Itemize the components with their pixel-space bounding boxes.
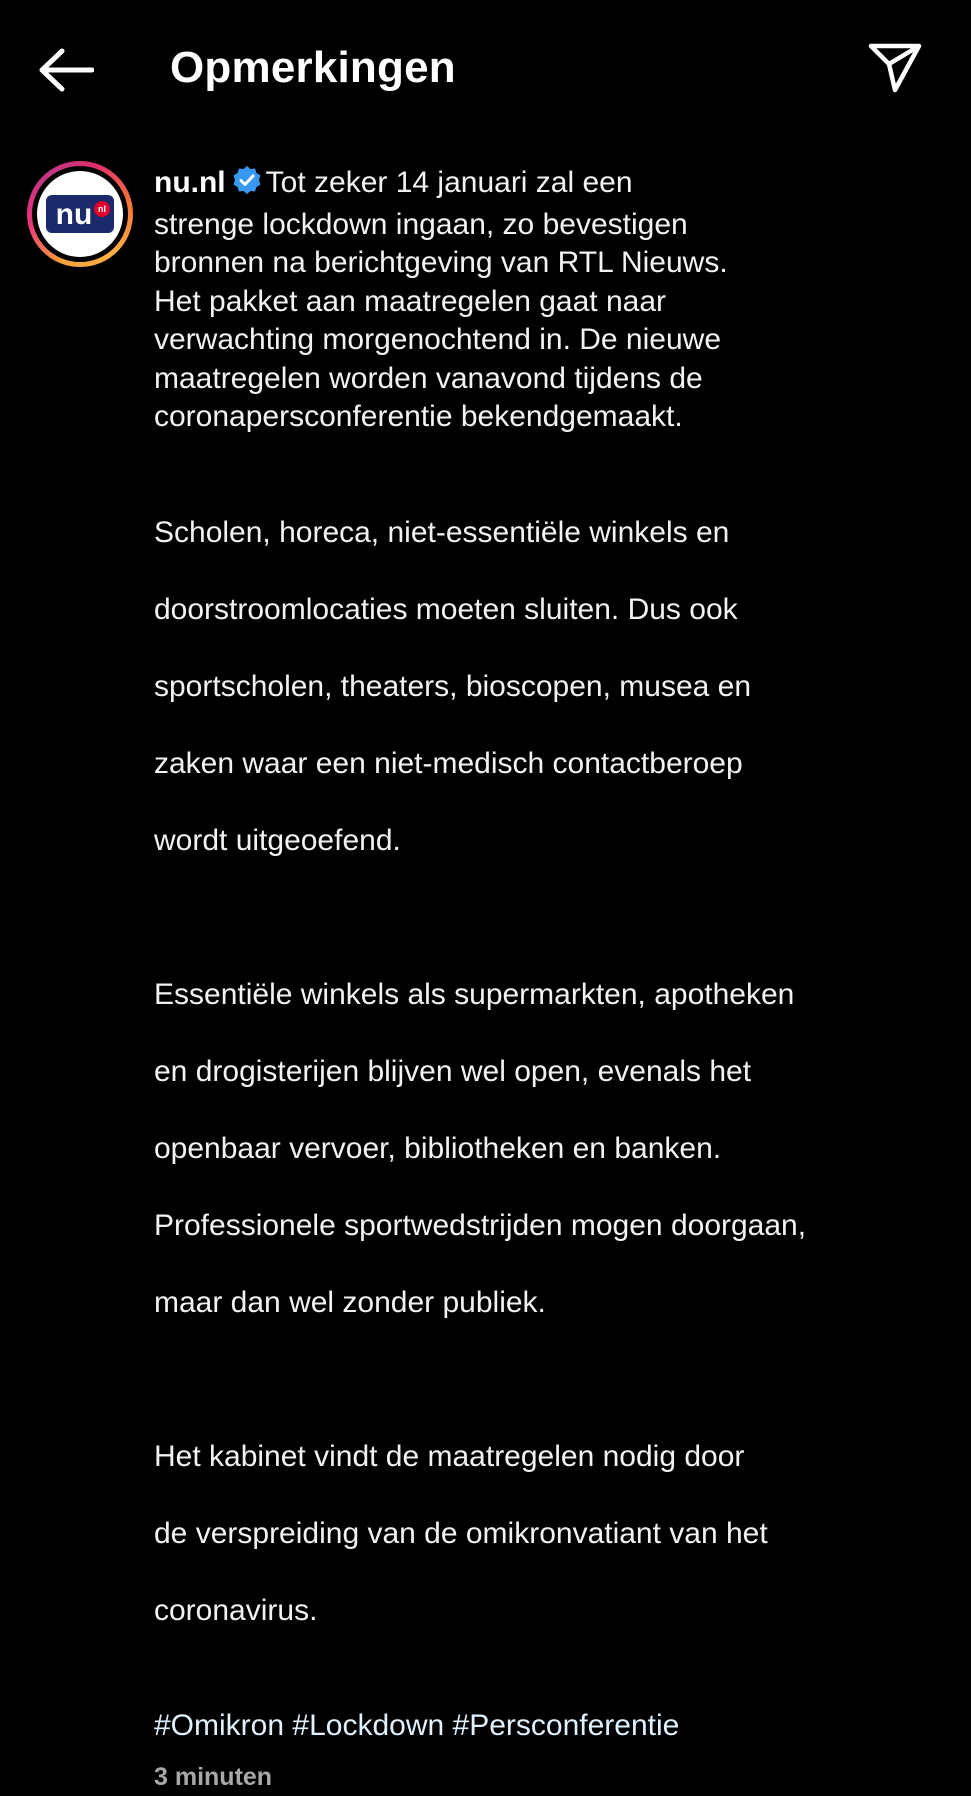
avatar-badge-text: nl [98, 204, 106, 214]
comment-line: verwachting morgenochtend in. De nieuwe [154, 321, 944, 360]
comment-line: Tot zeker 14 januari zal een [266, 166, 633, 199]
comment-line: bronnen na berichtgeving van RTL Nieuws. [154, 244, 944, 283]
comment-timestamp: 3 minuten [154, 1758, 944, 1796]
hashtag-link[interactable]: #Omikron [154, 1709, 284, 1742]
comment-line: en drogisterijen blijven wel open, evena… [154, 1053, 944, 1092]
username[interactable]: nu.nl [154, 166, 226, 199]
comment-line: Het pakket aan maatregelen gaat naar [154, 283, 944, 322]
avatar[interactable]: nu nl [27, 161, 133, 267]
page-title: Opmerkingen [170, 40, 456, 96]
comment-paragraph-1: nu.nl Tot zeker 14 januari zal een streng… [154, 164, 944, 437]
hashtag-link[interactable]: #Lockdown [292, 1709, 444, 1742]
hashtag-link[interactable]: #Persconferentie [453, 1709, 680, 1742]
comment-line: coronavirus. [154, 1592, 944, 1631]
comment-line: coronapersconferentie bekendgemaakt. [154, 398, 944, 437]
comment-line: maatregelen worden vanavond tijdens de [154, 360, 944, 399]
nu-nl-logo: nu nl [37, 171, 123, 257]
comment-line: Professionele sportwedstrijden mogen doo… [154, 1207, 944, 1246]
arrow-left-icon [38, 48, 94, 92]
share-button[interactable] [862, 38, 928, 98]
comment-line: sportscholen, theaters, bioscopen, musea… [154, 668, 944, 707]
paper-plane-icon [867, 42, 923, 94]
comment-line: de verspreiding van de omikronvatiant va… [154, 1515, 944, 1554]
comment-paragraph-2: Scholen, horeca, niet-essentiële winkels… [154, 475, 944, 899]
avatar-ring-gap: nu nl [32, 166, 128, 262]
comment-paragraph-4: Het kabinet vindt de maatregelen nodig d… [154, 1399, 944, 1669]
comment-line: strenge lockdown ingaan, zo bevestigen [154, 206, 944, 245]
nu-nl-logo-graphic: nu nl [37, 171, 123, 257]
top-bar: Opmerkingen [0, 0, 971, 140]
comment-line: maar dan wel zonder publiek. [154, 1284, 944, 1323]
comment-line: openbaar vervoer, bibliotheken en banken… [154, 1130, 944, 1169]
comment-line: Essentiële winkels als supermarkten, apo… [154, 976, 944, 1015]
comment-line: doorstroomlocaties moeten sluiten. Dus o… [154, 591, 944, 630]
hashtag-list: #Omikron #Lockdown #Persconferentie [154, 1707, 944, 1746]
comment-paragraph-3: Essentiële winkels als supermarkten, apo… [154, 937, 944, 1361]
comment-line: zaken waar een niet-medisch contactberoe… [154, 745, 944, 784]
comment-line: Scholen, horeca, niet-essentiële winkels… [154, 514, 944, 553]
verified-badge-icon [232, 165, 262, 206]
comment-body: nu.nl Tot zeker 14 januari zal een streng… [154, 164, 944, 1796]
avatar-logo-text: nu [56, 198, 93, 231]
comment-line: Het kabinet vindt de maatregelen nodig d… [154, 1438, 944, 1477]
comment-line: wordt uitgeoefend. [154, 822, 944, 861]
back-button[interactable] [36, 46, 96, 94]
